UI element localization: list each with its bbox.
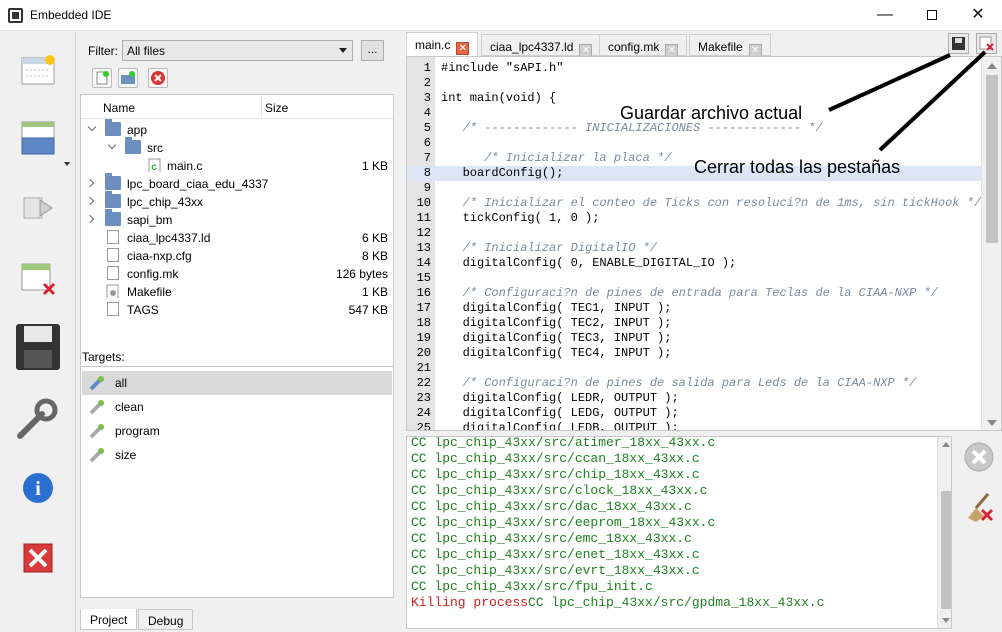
broom-icon [968,493,994,522]
clear-console-button[interactable] [962,490,996,524]
console-line: Killing processCC lpc_chip_43xx/src/gpdm… [411,595,825,610]
stop-build-button[interactable] [962,440,996,474]
close-annotation-arrow [878,50,987,152]
stop-icon [964,442,994,472]
console-line: CC lpc_chip_43xx/src/clock_18xx_43xx.c [411,483,708,498]
console-line: CC lpc_chip_43xx/src/atimer_18xx_43xx.c [411,436,716,450]
save-annotation-label: Guardar archivo actual [620,103,803,123]
console-line: CC lpc_chip_43xx/src/chip_18xx_43xx.c [411,467,700,482]
build-console[interactable]: CC lpc_chip_43xx/src/atimer_18xx_43xx.c C… [406,436,952,629]
console-line: CC lpc_chip_43xx/src/dac_18xx_43xx.c [411,499,692,514]
console-line: CC lpc_chip_43xx/src/eeprom_18xx_43xx.c [411,515,716,530]
console-scrollbar[interactable] [937,437,951,628]
close-all-annotation-label: Cerrar todas las pestañas [694,157,901,177]
console-line: CC lpc_chip_43xx/src/enet_18xx_43xx.c [411,547,700,562]
console-line: CC lpc_chip_43xx/src/fpu_init.c [411,579,653,594]
console-line: CC lpc_chip_43xx/src/evrt_18xx_43xx.c [411,563,700,578]
console-line: CC lpc_chip_43xx/src/ccan_18xx_43xx.c [411,451,700,466]
console-line: CC lpc_chip_43xx/src/emc_18xx_43xx.c [411,531,692,546]
